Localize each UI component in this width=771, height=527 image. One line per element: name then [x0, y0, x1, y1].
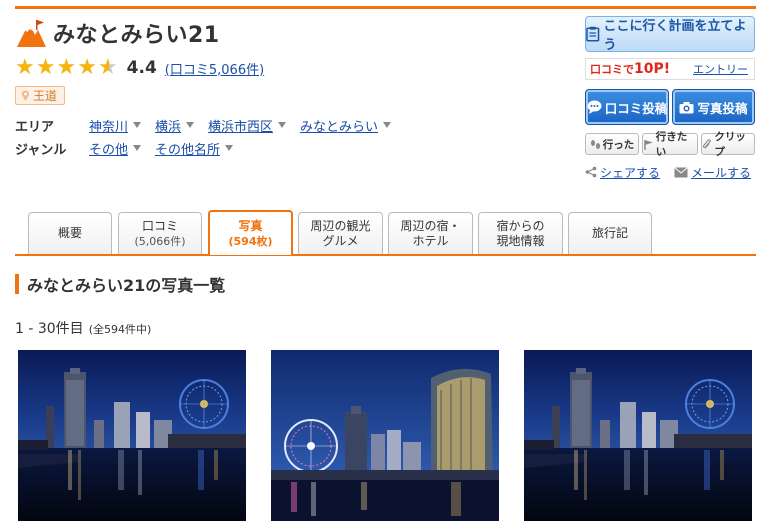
clip-label: クリップ [714, 131, 746, 158]
top-accent-line [15, 6, 756, 9]
share-link[interactable]: シェアする [600, 164, 660, 181]
photo-thumbnail[interactable] [271, 350, 499, 521]
post-review-button[interactable]: 口コミ投稿 [585, 89, 669, 125]
caret-down-icon[interactable] [225, 145, 234, 151]
area-link-minatomirai[interactable]: みなとみらい [300, 116, 392, 135]
tab-nearby-hotels-sub: ホテル [412, 233, 449, 248]
rating-stars: ★ ★ ★ ★ ★ [15, 57, 119, 79]
points-campaign: 口コミで 10P! エントリー [585, 58, 755, 80]
tab-reviews-label: 口コミ [141, 218, 178, 233]
section-heading: みなとみらい21の写真一覧 [15, 273, 225, 295]
footprints-icon [590, 139, 600, 149]
blue-hour-skyline-photo [271, 350, 499, 521]
tab-nearby-hotels[interactable]: 周辺の宿・ ホテル [388, 212, 473, 254]
area-link-kanagawa[interactable]: 神奈川 [89, 116, 142, 135]
tab-travelogue-label: 旅行記 [591, 226, 628, 240]
tab-reviews-count: (5,066件) [134, 234, 186, 248]
photo-thumbnail[interactable] [18, 350, 246, 521]
post-photo-button[interactable]: 写真投稿 [672, 89, 755, 125]
tab-overview-label: 概要 [57, 226, 82, 240]
mail-icon [674, 166, 688, 177]
night-skyline-photo [18, 350, 246, 521]
want-to-go-button[interactable]: 行きたい [642, 131, 698, 158]
want-to-go-label: 行きたい [655, 131, 688, 158]
plan-trip-button[interactable]: ここに行く計画を立てよう [585, 16, 755, 53]
review-count-link[interactable]: (口コミ5,066件) [165, 59, 264, 78]
tab-bar: 概要 口コミ (5,066件) 写真 (594枚) 周辺の観光 グルメ 周辺の宿… [15, 210, 756, 255]
tab-nearby-hotels-label: 周辺の宿・ [400, 218, 461, 233]
entry-link[interactable]: エントリー [693, 61, 748, 77]
badge-label: 王道 [33, 89, 58, 103]
area-link-nishi-ward[interactable]: 横浜市西区 [208, 116, 287, 135]
went-button[interactable]: 行った [585, 133, 639, 155]
star-icon: ★ [35, 55, 56, 80]
tab-photos-label: 写真 [238, 218, 263, 233]
mountain-icon [17, 20, 46, 47]
tab-hotel-local-info[interactable]: 宿からの 現地情報 [478, 212, 563, 254]
clipboard-icon [586, 26, 600, 42]
night-skyline-photo [524, 350, 752, 521]
result-count: 1 - 30件目 (全594件中) [15, 318, 151, 338]
caret-down-icon[interactable] [383, 122, 392, 128]
star-icon: ★ [15, 55, 35, 80]
genre-row: ジャンル その他 その他名所 [15, 138, 247, 158]
page-title: みなとみらい21 [53, 23, 220, 48]
result-total: (全594件中) [88, 323, 152, 336]
star-icon: ★ [56, 55, 77, 80]
genre-link-other-places[interactable]: その他名所 [155, 139, 234, 158]
clip-button[interactable]: クリップ [701, 131, 755, 158]
title-row: みなとみらい21 [15, 16, 220, 50]
genre-label: ジャンル [15, 142, 67, 158]
post-review-label: 口コミ投稿 [604, 100, 668, 116]
tab-hotel-local-info-label: 宿からの [496, 218, 545, 233]
caret-down-icon[interactable] [278, 122, 287, 128]
classic-badge: 王道 [15, 86, 66, 105]
camera-icon [679, 101, 694, 113]
tab-travelogue[interactable]: 旅行記 [568, 212, 652, 254]
caret-down-icon[interactable] [133, 122, 142, 128]
area-link-yokohama[interactable]: 横浜 [155, 116, 195, 135]
tab-nearby-sights-label: 周辺の観光 [310, 218, 371, 233]
half-star-icon: ★ [97, 55, 118, 80]
post-photo-label: 写真投稿 [697, 100, 748, 116]
area-label: エリア [15, 119, 55, 135]
mail-link[interactable]: メールする [691, 164, 751, 181]
tab-photos[interactable]: 写真 (594枚) [208, 210, 293, 255]
section-title: みなとみらい21の写真一覧 [27, 276, 226, 295]
area-row: エリア 神奈川 横浜 横浜市西区 みなとみらい [15, 115, 405, 135]
rating-value: 4.4 [126, 58, 157, 78]
pin-icon [22, 90, 29, 101]
star-icon: ★ [77, 55, 97, 80]
photo-thumbnail[interactable] [524, 350, 752, 521]
tab-photos-count: (594枚) [228, 234, 273, 248]
tab-hotel-local-info-sub: 現地情報 [496, 233, 545, 248]
result-range: 1 - 30件目 [15, 321, 84, 337]
tab-nearby-sights[interactable]: 周辺の観光 グルメ [298, 212, 383, 254]
points-value: 10P! [634, 61, 671, 77]
heading-accent-bar [15, 274, 19, 294]
genre-link-other[interactable]: その他 [89, 139, 142, 158]
flag-icon [644, 139, 653, 150]
paperclip-icon [702, 138, 711, 148]
caret-down-icon[interactable] [186, 122, 195, 128]
share-row: シェアする メールする [585, 163, 755, 181]
speech-bubble-icon [587, 100, 602, 114]
points-prefix: 口コミで [590, 63, 634, 76]
tab-reviews[interactable]: 口コミ (5,066件) [118, 212, 202, 254]
plan-trip-label: ここに行く計画を立てよう [603, 19, 747, 53]
rating-row: ★ ★ ★ ★ ★ 4.4 (口コミ5,066件) [15, 57, 264, 79]
caret-down-icon[interactable] [133, 145, 142, 151]
tab-overview[interactable]: 概要 [28, 212, 112, 254]
tab-underline [15, 254, 756, 256]
went-label: 行った [602, 138, 635, 151]
share-icon [585, 166, 597, 178]
tab-nearby-sights-sub: グルメ [322, 233, 359, 248]
